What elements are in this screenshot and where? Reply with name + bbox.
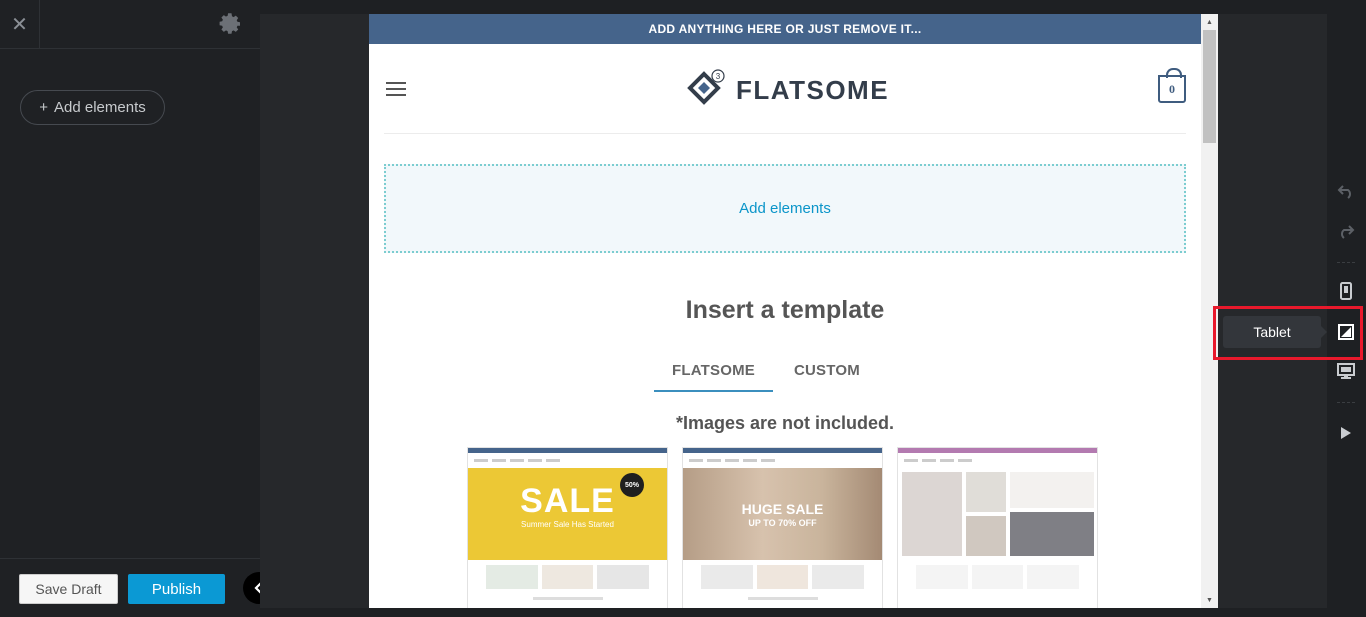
add-elements-dropzone[interactable]: Add elements bbox=[384, 164, 1186, 253]
images-note: *Images are not included. bbox=[675, 413, 895, 433]
builder-sidebar: ✕ + Add elements bbox=[0, 0, 260, 617]
template-thumbnail-sale[interactable]: SALE Summer Sale Has Started 50% bbox=[467, 447, 668, 608]
mobile-icon[interactable] bbox=[1335, 280, 1357, 302]
scroll-down-icon[interactable]: ▼ bbox=[1201, 592, 1218, 608]
thumbnail-hero-text: HUGE SALE bbox=[741, 501, 824, 517]
site-logo[interactable]: 3 FLATSOME bbox=[684, 68, 889, 112]
add-elements-button[interactable]: + Add elements bbox=[20, 90, 165, 125]
add-elements-label: Add elements bbox=[54, 99, 146, 116]
template-tabs: FLATSOME CUSTOM bbox=[654, 362, 878, 392]
preview-topbar[interactable]: ADD ANYTHING HERE OR JUST REMOVE IT... bbox=[369, 14, 1201, 44]
toolbar-divider bbox=[1337, 262, 1355, 263]
save-draft-button[interactable]: Save Draft bbox=[19, 574, 118, 604]
toolbar-divider bbox=[1337, 402, 1355, 403]
thumbnail-hero-image bbox=[898, 468, 1097, 560]
template-title: Insert a template bbox=[685, 296, 885, 324]
redo-icon[interactable] bbox=[1335, 220, 1357, 242]
template-thumbnail-kids[interactable] bbox=[897, 447, 1098, 608]
tab-flatsome[interactable]: FLATSOME bbox=[654, 362, 773, 392]
logo-badge: 3 bbox=[716, 72, 721, 81]
thumbnail-hero-sub: Summer Sale Has Started bbox=[521, 520, 614, 529]
scroll-thumb[interactable] bbox=[1203, 30, 1216, 143]
cart-icon[interactable]: 0 bbox=[1158, 68, 1186, 103]
thumbnail-badge: 50% bbox=[620, 473, 644, 497]
template-thumbnail-huge-sale[interactable]: HUGE SALE UP TO 70% OFF bbox=[682, 447, 883, 608]
undo-icon[interactable] bbox=[1335, 180, 1357, 202]
logo-mark-icon: 3 bbox=[687, 69, 725, 105]
plus-icon: + bbox=[39, 99, 49, 116]
tab-custom[interactable]: CUSTOM bbox=[776, 362, 878, 392]
tablet-tooltip: Tablet bbox=[1223, 316, 1327, 348]
menu-icon[interactable] bbox=[386, 82, 406, 96]
logo-text: FLATSOME bbox=[736, 74, 890, 105]
page-preview: ADD ANYTHING HERE OR JUST REMOVE IT... 3… bbox=[369, 14, 1218, 608]
desktop-icon[interactable] bbox=[1335, 360, 1357, 382]
tablet-icon[interactable] bbox=[1335, 321, 1357, 343]
gear-icon[interactable] bbox=[219, 12, 243, 36]
thumbnail-hero-sub: UP TO 70% OFF bbox=[748, 518, 817, 528]
publish-button[interactable]: Publish bbox=[128, 574, 225, 604]
cart-count: 0 bbox=[1169, 81, 1175, 96]
close-icon[interactable]: ✕ bbox=[0, 0, 40, 49]
scroll-up-icon[interactable]: ▲ bbox=[1201, 14, 1218, 30]
play-icon[interactable] bbox=[1335, 422, 1357, 444]
preview-header[interactable]: 3 FLATSOME 0 bbox=[384, 44, 1186, 134]
